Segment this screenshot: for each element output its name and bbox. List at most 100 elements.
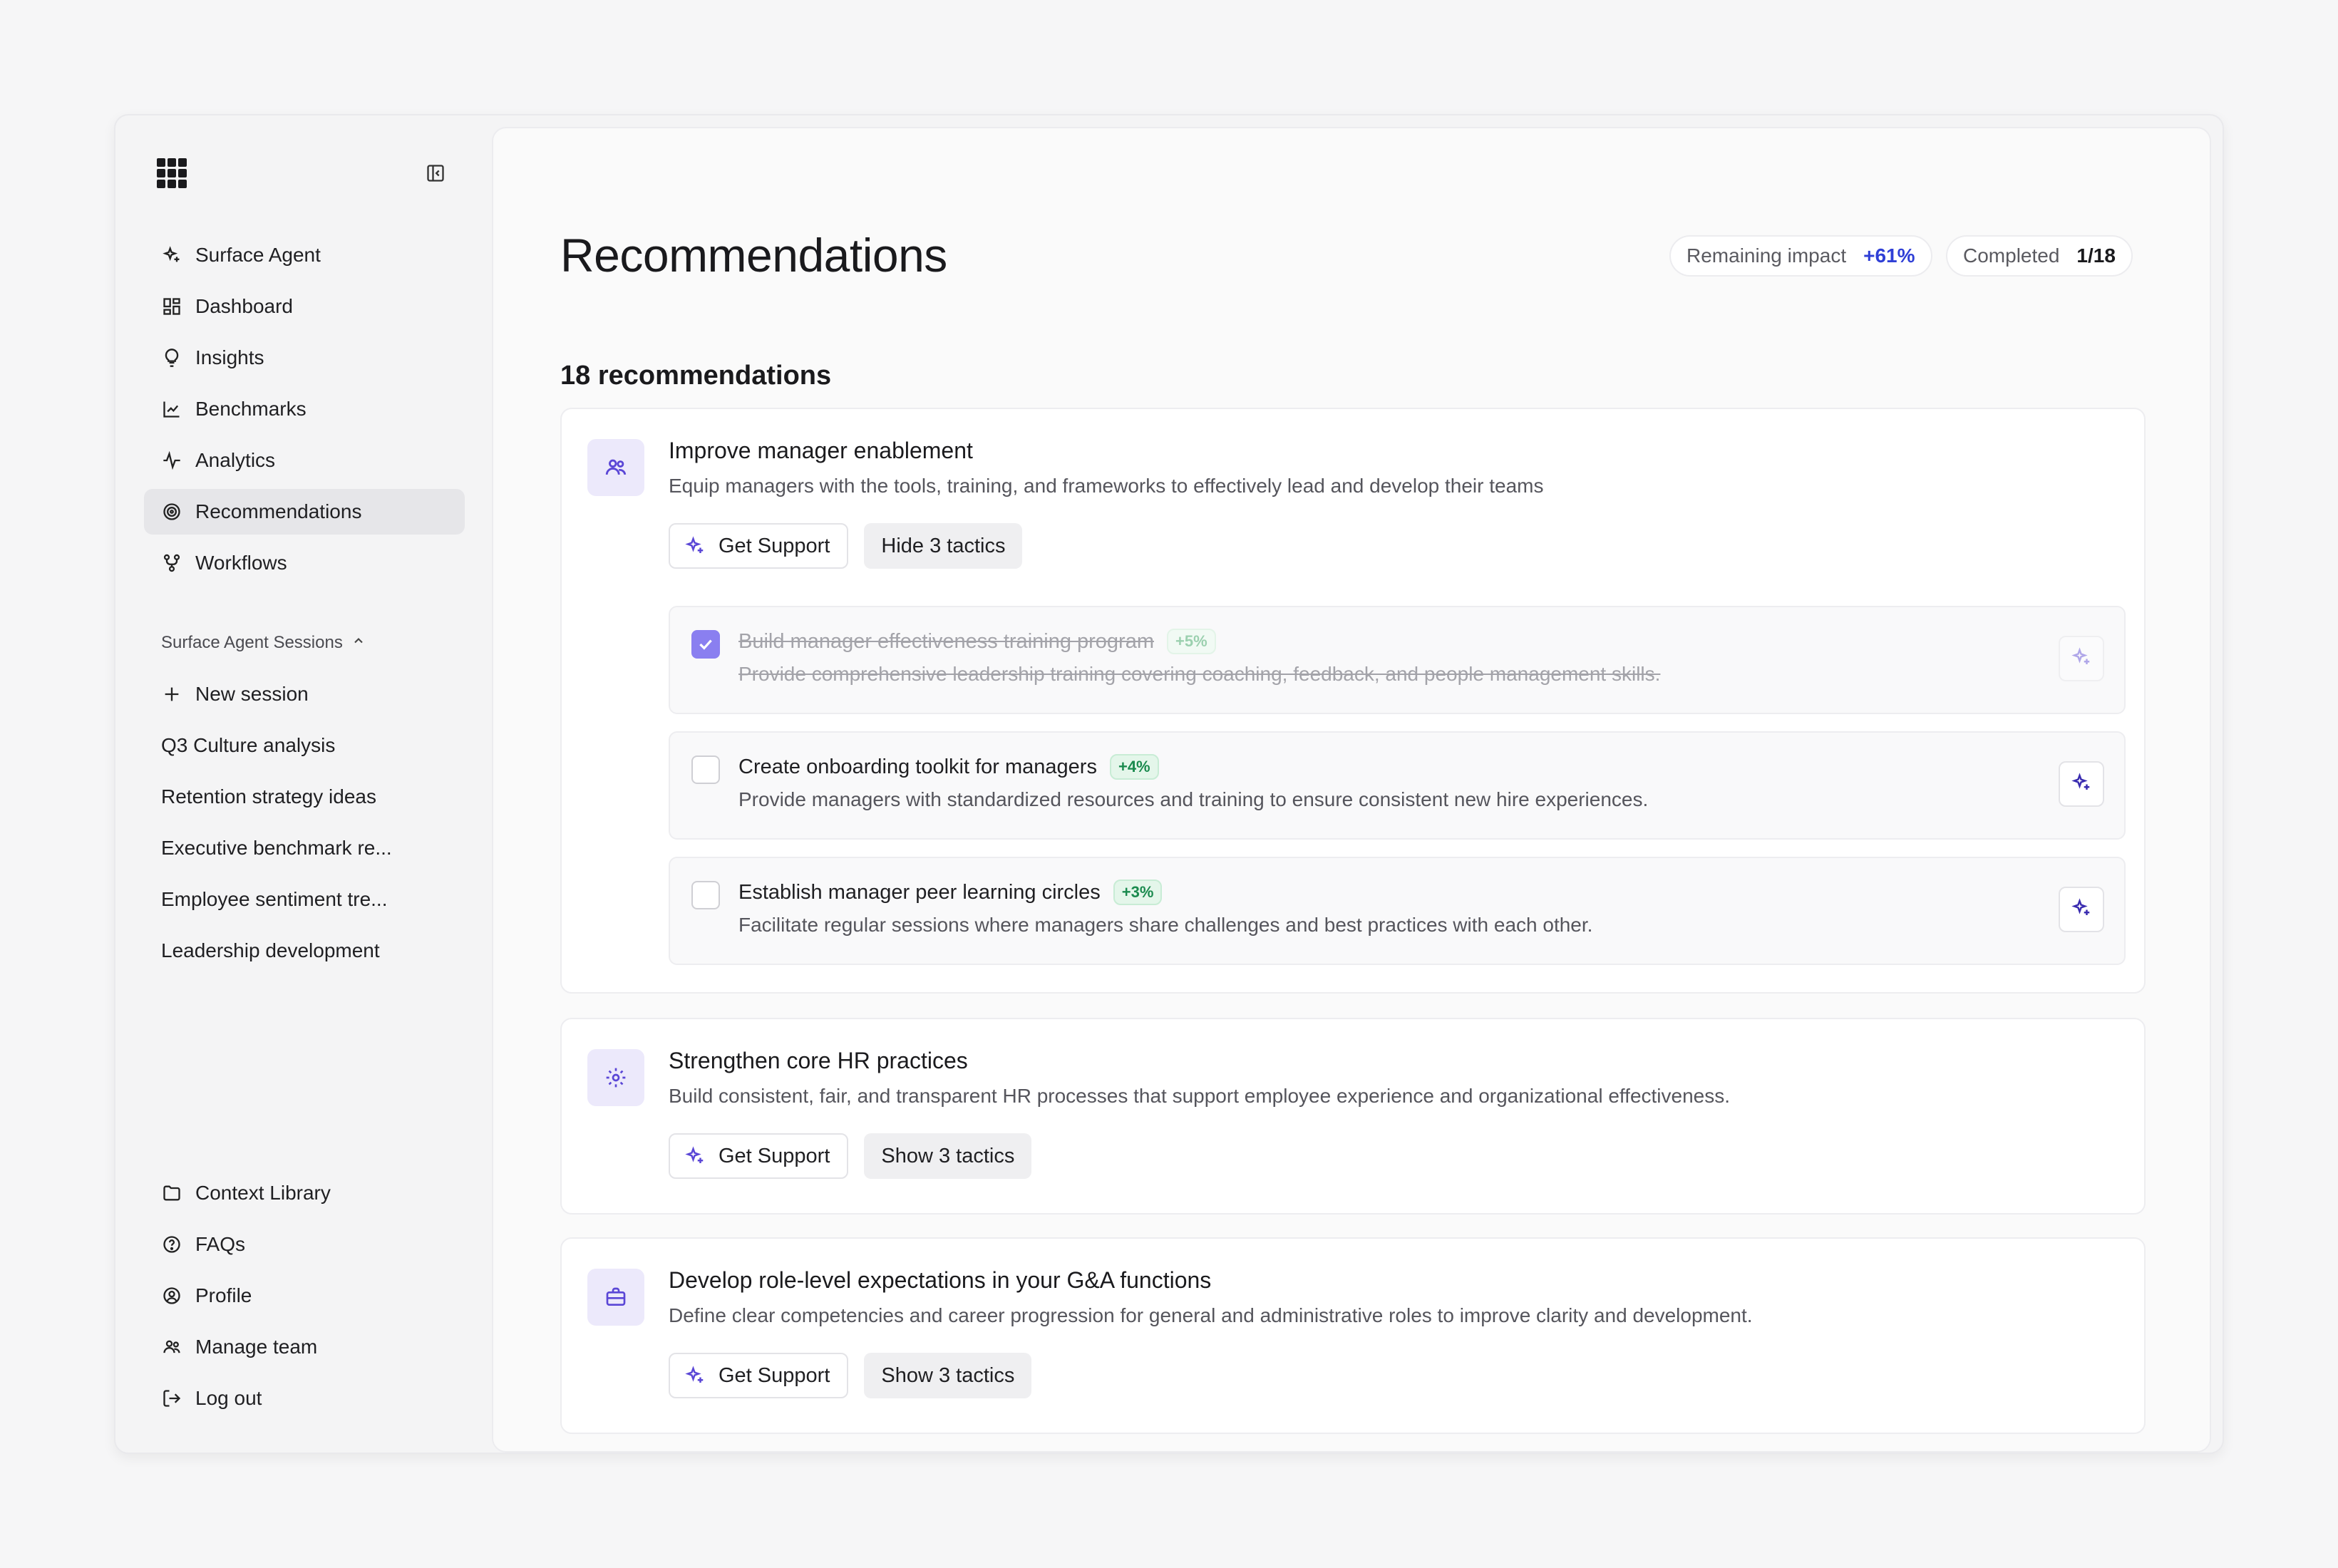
collapse-sidebar-icon[interactable]: [423, 161, 448, 185]
nav-label: FAQs: [195, 1233, 246, 1255]
get-support-button[interactable]: Get Support: [669, 523, 849, 569]
recommendation-card: Develop role-level expectations in your …: [560, 1237, 2146, 1434]
card-description: Define clear competencies and career pro…: [669, 1304, 1753, 1326]
nav-item-insights[interactable]: Insights: [144, 335, 465, 381]
card-title: Develop role-level expectations in your …: [669, 1267, 1212, 1293]
impact-badge: +3%: [1113, 880, 1163, 905]
sessions-list: New session Q3 Culture analysis Retentio…: [144, 671, 465, 979]
activity-icon: [161, 450, 182, 471]
nav-label: Insights: [195, 346, 264, 368]
nav-item-faqs[interactable]: FAQs: [144, 1222, 465, 1267]
toggle-tactics-button[interactable]: Hide 3 tactics: [864, 523, 1023, 569]
app-window: Surface Agent Dashboard Insights Benchma…: [114, 114, 2224, 1454]
get-support-button[interactable]: Get Support: [669, 1133, 849, 1179]
get-support-label: Get Support: [719, 534, 830, 557]
nav-item-workflows[interactable]: Workflows: [144, 540, 465, 586]
card-actions: Get Support Hide 3 tactics: [669, 523, 1023, 569]
toggle-tactics-button[interactable]: Show 3 tactics: [864, 1133, 1032, 1179]
nav-item-analytics[interactable]: Analytics: [144, 438, 465, 483]
recommendations-count: 18 recommendations: [560, 361, 832, 391]
get-support-label: Get Support: [719, 1144, 830, 1167]
page-title: Recommendations: [560, 229, 947, 282]
folder-icon: [161, 1182, 182, 1204]
tactic-checkbox[interactable]: [691, 755, 720, 784]
session-item[interactable]: Q3 Culture analysis: [144, 723, 465, 768]
tactic-title-text: Create onboarding toolkit for managers: [738, 755, 1097, 778]
remaining-impact-label: Remaining impact: [1686, 244, 1847, 267]
nav-label: Profile: [195, 1284, 252, 1306]
tactic-title: Create onboarding toolkit for managers +…: [738, 754, 1159, 780]
nav-label: Dashboard: [195, 295, 293, 317]
nav-item-recommendations[interactable]: Recommendations: [144, 489, 465, 535]
card-description: Build consistent, fair, and transparent …: [669, 1085, 1731, 1107]
nav-label: Analytics: [195, 449, 276, 471]
tactic-description: Provide comprehensive leadership trainin…: [738, 663, 1661, 685]
logout-icon: [161, 1388, 182, 1409]
sidebar: Surface Agent Dashboard Insights Benchma…: [115, 115, 492, 1453]
app-logo-icon[interactable]: [157, 158, 187, 188]
tactic-title-text: Build manager effectiveness training pro…: [738, 629, 1155, 653]
card-title: Strengthen core HR practices: [669, 1048, 968, 1073]
remaining-impact-pill: Remaining impact +61%: [1669, 235, 1932, 277]
main-panel: Recommendations Remaining impact +61% Co…: [492, 127, 2211, 1453]
new-session-label: New session: [195, 683, 309, 705]
tactic-ai-button[interactable]: [2059, 761, 2104, 807]
tactic-item: Create onboarding toolkit for managers +…: [669, 731, 2126, 840]
recommendation-card: Improve manager enablement Equip manager…: [560, 408, 2146, 994]
tactic-checkbox[interactable]: [691, 881, 720, 909]
session-item[interactable]: Employee sentiment tre...: [144, 877, 465, 922]
toggle-tactics-button[interactable]: Show 3 tactics: [864, 1353, 1032, 1398]
target-icon: [161, 501, 182, 522]
plus-icon: [161, 684, 182, 705]
session-item[interactable]: Executive benchmark re...: [144, 825, 465, 871]
nav-item-log-out[interactable]: Log out: [144, 1376, 465, 1421]
gear-icon: [587, 1049, 644, 1106]
sparkle-icon: [2071, 772, 2092, 797]
nav-label: Benchmarks: [195, 398, 307, 420]
main-nav: Surface Agent Dashboard Insights Benchma…: [144, 232, 465, 592]
completed-pill: Completed 1/18: [1946, 235, 2133, 277]
dashboard-icon: [161, 296, 182, 317]
tactic-title: Establish manager peer learning circles …: [738, 880, 1163, 905]
card-actions: Get Support Show 3 tactics: [669, 1133, 1032, 1179]
get-support-label: Get Support: [719, 1363, 830, 1387]
completed-label: Completed: [1963, 244, 2060, 267]
get-support-button[interactable]: Get Support: [669, 1353, 849, 1398]
remaining-impact-value: +61%: [1863, 244, 1915, 267]
tactic-item: Establish manager peer learning circles …: [669, 857, 2126, 965]
nav-item-benchmarks[interactable]: Benchmarks: [144, 386, 465, 432]
impact-badge: +4%: [1109, 754, 1159, 780]
tactic-ai-button[interactable]: [2059, 636, 2104, 681]
nav-label: Workflows: [195, 552, 287, 574]
nav-item-profile[interactable]: Profile: [144, 1273, 465, 1319]
nav-label: Log out: [195, 1387, 262, 1409]
sessions-section-toggle[interactable]: Surface Agent Sessions: [161, 633, 366, 653]
tactic-description: Provide managers with standardized resou…: [738, 788, 1649, 810]
help-circle-icon: [161, 1234, 182, 1255]
nav-item-manage-team[interactable]: Manage team: [144, 1324, 465, 1370]
tactic-ai-button[interactable]: [2059, 887, 2104, 932]
chart-line-icon: [161, 398, 182, 420]
card-title: Improve manager enablement: [669, 438, 973, 463]
tactic-title: Build manager effectiveness training pro…: [738, 629, 1216, 654]
nav-item-context-library[interactable]: Context Library: [144, 1170, 465, 1216]
card-description: Equip managers with the tools, training,…: [669, 475, 1544, 497]
sparkle-icon: [684, 535, 706, 557]
session-item[interactable]: Retention strategy ideas: [144, 774, 465, 820]
tactic-title-text: Establish manager peer learning circles: [738, 880, 1101, 904]
tactic-description: Facilitate regular sessions where manage…: [738, 914, 1593, 936]
recommendation-card: Strengthen core HR practices Build consi…: [560, 1018, 2146, 1214]
impact-badge: +5%: [1167, 629, 1216, 654]
tactic-item: Build manager effectiveness training pro…: [669, 606, 2126, 714]
nav-item-surface-agent[interactable]: Surface Agent: [144, 232, 465, 278]
chevron-up-icon: [351, 633, 366, 653]
tactic-checkbox[interactable]: [691, 630, 720, 659]
completed-value: 1/18: [2076, 244, 2116, 267]
user-circle-icon: [161, 1285, 182, 1306]
users-icon: [587, 439, 644, 496]
users-icon: [161, 1336, 182, 1358]
workflow-icon: [161, 552, 182, 574]
new-session-button[interactable]: New session: [144, 671, 465, 717]
nav-item-dashboard[interactable]: Dashboard: [144, 284, 465, 329]
session-item[interactable]: Leadership development: [144, 928, 465, 974]
